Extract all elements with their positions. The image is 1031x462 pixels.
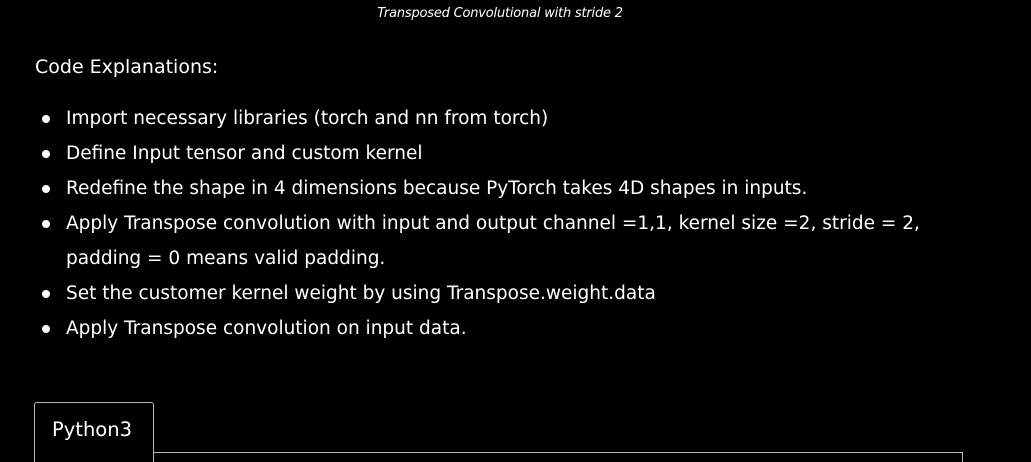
bullet-icon <box>42 185 50 193</box>
bullet-icon <box>42 115 50 123</box>
list-item: Define Input tensor and custom kernel <box>35 136 985 171</box>
list-item-text: Import necessary libraries (torch and nn… <box>66 108 549 129</box>
figure-caption: Transposed Convolutional with stride 2 <box>377 6 623 21</box>
list-item: Apply Transpose convolution on input dat… <box>35 311 985 346</box>
section-heading: Code Explanations: <box>35 56 219 78</box>
code-tab-divider <box>154 452 963 453</box>
bullet-icon <box>42 325 50 333</box>
list-item: Apply Transpose convolution with input a… <box>35 206 985 276</box>
article-page: Transposed Convolutional with stride 2 C… <box>0 0 1031 462</box>
explanation-list: Import necessary libraries (torch and nn… <box>35 101 985 346</box>
bullet-icon <box>42 290 50 298</box>
list-item-text: Define Input tensor and custom kernel <box>66 143 423 164</box>
list-item-text: Redefine the shape in 4 dimensions becau… <box>66 178 808 199</box>
code-panel-border <box>962 452 963 462</box>
bullet-icon <box>42 150 50 158</box>
list-item: Redefine the shape in 4 dimensions becau… <box>35 171 985 206</box>
list-item-text: Apply Transpose convolution with input a… <box>66 213 920 269</box>
bullet-icon <box>42 220 50 228</box>
list-item: Set the customer kernel weight by using … <box>35 276 985 311</box>
list-item-text: Apply Transpose convolution on input dat… <box>66 318 467 339</box>
list-item: Import necessary libraries (torch and nn… <box>35 101 985 136</box>
code-language-tab[interactable]: Python3 <box>34 402 154 462</box>
code-language-tab-label: Python3 <box>52 418 132 441</box>
list-item-text: Set the customer kernel weight by using … <box>66 283 656 304</box>
